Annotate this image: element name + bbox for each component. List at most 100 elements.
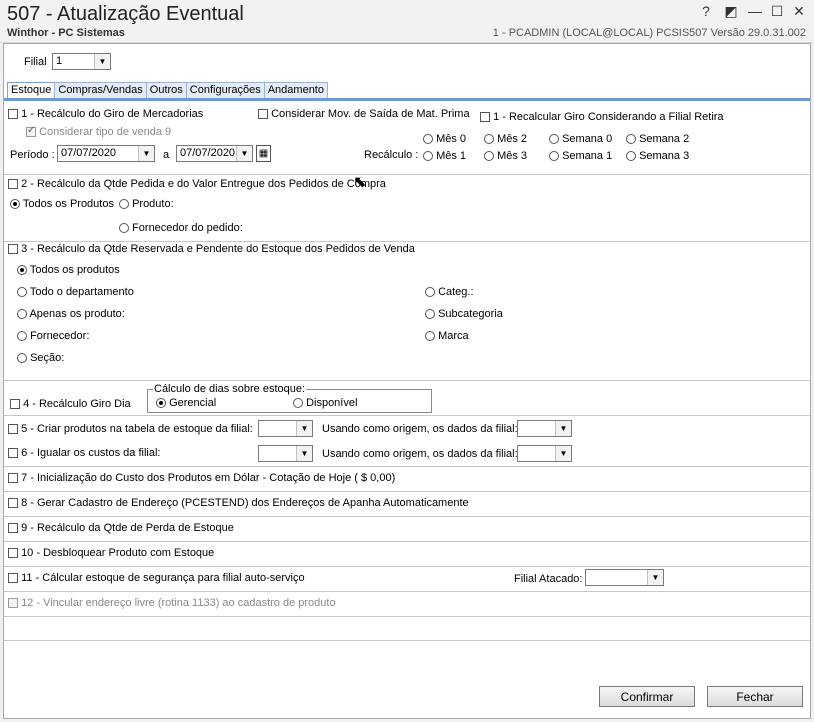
chevron-down-icon: ▼: [296, 421, 312, 436]
s2-produto-option[interactable]: Produto:: [119, 198, 174, 210]
s2-produto-radio[interactable]: [119, 199, 129, 210]
gerencial-option[interactable]: Gerencial: [156, 397, 216, 409]
mov-saida-option[interactable]: Considerar Mov. de Saída de Mat. Prima: [258, 108, 470, 120]
tab-bar: Estoque Compras/Vendas Outros Configurações…: [7, 82, 328, 100]
help-icon[interactable]: ?: [697, 3, 715, 19]
recalc-filial-label: 1 - Recalcular Giro Considerando a Filia…: [493, 111, 724, 123]
s3-categ-option[interactable]: Categ.:: [425, 286, 474, 298]
s10-label: 10 - Desbloquear Produto com Estoque: [21, 547, 215, 559]
minimize-icon[interactable]: —: [746, 3, 764, 19]
mes1-radio[interactable]: [423, 151, 433, 162]
s3-categ-radio[interactable]: [425, 287, 435, 298]
s3-departamento-radio[interactable]: [17, 287, 27, 298]
chevron-down-icon: ▼: [555, 446, 571, 461]
filial-atacado-select[interactable]: ▼: [585, 569, 664, 586]
date-from-picker[interactable]: 07/07/2020 ▼: [57, 145, 155, 162]
calendar-icon[interactable]: ▦: [256, 145, 271, 162]
s8-checkbox[interactable]: [8, 498, 18, 509]
s2-fornecedor-option[interactable]: Fornecedor do pedido:: [119, 222, 243, 234]
s6-option[interactable]: 6 - Igualar os custos da filial:: [8, 447, 160, 459]
tab-underline: [4, 98, 810, 101]
s11-checkbox[interactable]: [8, 573, 18, 584]
semana2-option[interactable]: Semana 2: [626, 133, 689, 145]
s5-filial-select[interactable]: ▼: [258, 420, 313, 437]
s3-subcategoria-option[interactable]: Subcategoria: [425, 308, 503, 320]
chevron-down-icon: ▼: [138, 146, 154, 161]
s3-apenas-option[interactable]: Apenas os produto:: [17, 308, 125, 320]
semana0-option[interactable]: Semana 0: [549, 133, 612, 145]
semana2-label: Semana 2: [639, 133, 690, 145]
s3-checkbox[interactable]: [8, 244, 18, 255]
s1-option[interactable]: 1 - Recálculo do Giro de Mercadorias: [8, 108, 203, 120]
maximize-icon[interactable]: ☐: [768, 3, 786, 20]
s6-filial-select[interactable]: ▼: [258, 445, 313, 462]
divider: [4, 174, 810, 175]
semana3-radio[interactable]: [626, 151, 636, 162]
s4-option[interactable]: 4 - Recálculo Giro Dia: [10, 398, 131, 410]
s10-option[interactable]: 10 - Desbloquear Produto com Estoque: [8, 547, 214, 559]
disponivel-radio[interactable]: [293, 398, 303, 409]
s5-origem-select[interactable]: ▼: [517, 420, 572, 437]
s8-option[interactable]: 8 - Gerar Cadastro de Endereço (PCESTEND…: [8, 497, 469, 509]
mes3-option[interactable]: Mês 3: [484, 150, 527, 162]
s4-checkbox[interactable]: [10, 399, 20, 410]
s9-checkbox[interactable]: [8, 523, 18, 534]
s2-option[interactable]: 2 - Recálculo da Qtde Pedida e do Valor …: [8, 178, 386, 190]
s7-option[interactable]: 7 - Inicialização do Custo dos Produtos …: [8, 472, 395, 484]
semana1-option[interactable]: Semana 1: [549, 150, 612, 162]
mes0-option[interactable]: Mês 0: [423, 133, 466, 145]
s3-fornecedor-radio[interactable]: [17, 331, 27, 342]
s3-marca-radio[interactable]: [425, 331, 435, 342]
s3-todos-radio[interactable]: [17, 265, 27, 276]
s2-fornecedor-radio[interactable]: [119, 223, 129, 234]
s11-option[interactable]: 11 - Cálcular estoque de segurança para …: [8, 572, 305, 584]
recalc-filial-option[interactable]: 1 - Recalcular Giro Considerando a Filia…: [480, 111, 724, 123]
mes3-radio[interactable]: [484, 151, 494, 162]
s3-apenas-radio[interactable]: [17, 309, 27, 320]
s3-secao-radio[interactable]: [17, 353, 27, 364]
s1-label: 1 - Recálculo do Giro de Mercadorias: [21, 108, 204, 120]
mov-saida-checkbox[interactable]: [258, 109, 268, 120]
semana3-option[interactable]: Semana 3: [626, 150, 689, 162]
date-to-picker[interactable]: 07/07/2020 ▼: [176, 145, 253, 162]
s6-checkbox[interactable]: [8, 448, 18, 459]
s3-marca-option[interactable]: Marca: [425, 330, 469, 342]
divider: [4, 591, 810, 592]
s10-checkbox[interactable]: [8, 548, 18, 559]
s3-option[interactable]: 3 - Recálculo da Qtde Reservada e Penden…: [8, 243, 415, 255]
mes1-option[interactable]: Mês 1: [423, 150, 466, 162]
tipo-venda-checkbox: [26, 125, 36, 138]
disponivel-option[interactable]: Disponível: [293, 397, 357, 409]
s2-checkbox[interactable]: [8, 179, 18, 190]
s3-todos-option[interactable]: Todos os produtos: [17, 264, 120, 276]
s2-todos-label: Todos os Produtos: [22, 198, 114, 210]
filial-select[interactable]: 1 ▼: [52, 53, 111, 70]
gerencial-radio[interactable]: [156, 398, 166, 409]
divider: [4, 516, 810, 517]
s5-checkbox[interactable]: [8, 424, 18, 435]
semana1-radio[interactable]: [549, 151, 559, 162]
close-icon[interactable]: ✕: [790, 3, 808, 20]
s2-todos-option[interactable]: Todos os Produtos: [10, 198, 114, 210]
fechar-button[interactable]: Fechar: [707, 686, 803, 707]
s2-todos-radio[interactable]: [10, 199, 20, 210]
s3-subcategoria-radio[interactable]: [425, 309, 435, 320]
semana0-radio[interactable]: [549, 134, 559, 145]
recalc-filial-checkbox[interactable]: [480, 112, 490, 123]
chevron-down-icon: ▼: [555, 421, 571, 436]
mes2-option[interactable]: Mês 2: [484, 133, 527, 145]
s7-checkbox[interactable]: [8, 473, 18, 484]
s6-origem-select[interactable]: ▼: [517, 445, 572, 462]
s3-fornecedor-option[interactable]: Fornecedor:: [17, 330, 89, 342]
semana2-radio[interactable]: [626, 134, 636, 145]
s3-departamento-option[interactable]: Todo o departamento: [17, 286, 134, 298]
mes2-radio[interactable]: [484, 134, 494, 145]
mes0-radio[interactable]: [423, 134, 433, 145]
confirmar-button[interactable]: Confirmar: [599, 686, 695, 707]
calculo-dias-title: Cálculo de dias sobre estoque:: [153, 383, 307, 395]
s3-secao-option[interactable]: Seção:: [17, 352, 64, 364]
tools-icon[interactable]: ◩: [722, 3, 740, 20]
s5-option[interactable]: 5 - Criar produtos na tabela de estoque …: [8, 423, 253, 435]
s9-option[interactable]: 9 - Recálculo da Qtde de Perda de Estoqu…: [8, 522, 234, 534]
s1-checkbox[interactable]: [8, 109, 18, 120]
